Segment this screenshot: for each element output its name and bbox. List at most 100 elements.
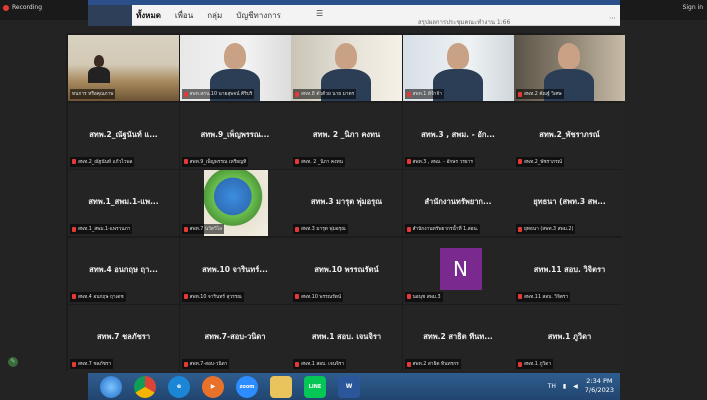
participant-name: สทพ. 2 _นิภา คงทน xyxy=(312,129,381,139)
participant-tile[interactable]: สทพ.1 สอบ. เจนจิรา สพท.1 สอบ. เจนจิรา xyxy=(291,305,402,371)
language-indicator[interactable]: TH xyxy=(548,383,556,390)
volume-icon[interactable]: ◀ xyxy=(573,383,578,390)
participant-label: สพท.2_ณัฐนันท์ แก้วไวพล xyxy=(70,156,135,167)
mic-muted-icon xyxy=(183,294,188,299)
participant-label: สพท.3 , สพม. - อักษร วรธาร xyxy=(404,156,475,167)
participant-tile[interactable]: สทพ.3 มารุต พุ่มอรุณสพท.3 มารุต พุ่มอรุณ xyxy=(291,170,402,236)
participant-label: สพท.2 สาธิต ทินทรกร xyxy=(404,359,461,369)
participant-name: สทพ.3 มารุต พุ่มอรุณ xyxy=(310,197,383,206)
participant-head xyxy=(446,43,469,69)
participant-label-text: สพท.9_เพ็ญพรรณ เหรียญทิ xyxy=(189,159,247,165)
participant-label: สพท.1 ดีจ้าจ้า xyxy=(404,89,444,99)
participant-label: สพท.3 มารุต พุ่มอรุณ xyxy=(293,224,348,234)
taskbar-clock[interactable]: 2:34 PM 7/6/2023 xyxy=(585,377,614,395)
network-icon[interactable]: ▮ xyxy=(563,383,566,390)
participant-label-text: สพท.7-สอบ-วนิดา xyxy=(189,362,228,367)
participant-tile[interactable]: สพท.1 ดีจ้าจ้า xyxy=(402,35,514,101)
participant-tile[interactable]: สพท.7 นวัตวิไล xyxy=(179,170,291,236)
participant-label-text: สพท.10 พรรณรัตน์ xyxy=(301,294,342,300)
windows-start-icon[interactable] xyxy=(100,375,122,398)
recording-indicator[interactable]: Recording xyxy=(3,4,42,11)
participant-label-text: สพท.7 ชลภัชรา xyxy=(78,362,112,367)
participant-tile[interactable]: สทพ.10 พรรณรัตน์ สพท.10 พรรณรัตน์ xyxy=(291,237,402,304)
participant-tile[interactable]: สพท.2 คัณฐ์ วิเศษ xyxy=(514,35,625,101)
participant-label: นอนุช สพม.3 xyxy=(404,291,443,302)
mic-muted-icon xyxy=(406,361,411,367)
tab-friends[interactable]: เพื่อน xyxy=(175,9,193,22)
participant-label: สพท.8 ตัวต้วย นาย มาตร xyxy=(293,89,357,99)
participant-tile[interactable]: สทพ.9_เพ็ญพรรณ... สพท.9_เพ็ญพรรณ เหรียญทิ xyxy=(179,102,291,169)
participant-tile[interactable]: N นอนุช สพม.3 xyxy=(402,237,514,304)
participant-label-text: สพท. 2 _นิภา คงทน xyxy=(301,159,343,165)
participant-label-text: ยุทธนา (สพท.3 สพม.2) xyxy=(524,227,574,232)
participant-tile[interactable]: สทพ.1_สพม.1-แพ... สพท.1_สพม.1-แพรวนภา xyxy=(68,170,179,236)
record-dot-icon xyxy=(3,4,9,11)
participant-tile[interactable]: สทพ.1 ภูวิดา สพท.1 ภูวิดา xyxy=(514,305,625,371)
pencil-icon[interactable]: ✎ xyxy=(8,357,18,367)
participant-tile[interactable]: สทพ.3 , สพม. - อัก... สพท.3 , สพม. - อักษ… xyxy=(402,102,514,169)
mic-muted-icon xyxy=(295,159,299,164)
mic-muted-icon xyxy=(72,159,76,164)
mic-muted-icon xyxy=(183,159,188,164)
sign-in-button[interactable]: Sign in xyxy=(683,4,703,11)
participant-label: สพท.1 สอบ. เจนจิรา xyxy=(293,359,347,369)
tab-all[interactable]: ทั้งหมด xyxy=(136,9,161,22)
clock-date: 7/6/2023 xyxy=(584,386,614,394)
participant-name: สทพ.7-สอบ-วนิดา xyxy=(204,332,266,341)
participant-label-text: สพท.2 สาธิต ทินทรกร xyxy=(412,362,459,367)
participant-tile[interactable]: สทพ.2_ณัฐนันท์ แ... สพท.2_ณัฐนันท์ แก้วไว… xyxy=(68,102,179,169)
media-player-icon[interactable]: ▶ xyxy=(202,375,224,398)
participant-tile[interactable]: สทพ.11 สอบ. วิจิตรา สพท.11 สอบ. วิจิตรา xyxy=(514,237,625,304)
mic-muted-icon xyxy=(72,294,76,299)
mic-muted-icon xyxy=(183,91,188,97)
tab-official-accounts[interactable]: บัญชีทางการ xyxy=(236,9,281,22)
participant-label: สพท.9_เพ็ญพรรณ เหรียญทิ xyxy=(181,156,249,167)
mic-muted-icon xyxy=(295,294,299,299)
participant-name: สทพ.2_พัชราภรณ์ xyxy=(539,129,600,139)
participant-tile[interactable]: ทนการ หรือคุณภาพ xyxy=(68,35,179,101)
participant-tile[interactable]: สทพ.10 จารินทร์... สพท.10 จารินทร์ สุวรรณ xyxy=(179,237,291,304)
participant-label: สพท.สกน.10 นายสุพจน์ ศิริบริ xyxy=(181,89,255,99)
participant-label-text: สพท.1_สพม.1-แพรวนภา xyxy=(78,227,131,232)
participant-name: สทพ.2 สาธิต ทีนท... xyxy=(423,332,493,341)
word-icon[interactable]: W xyxy=(338,375,360,398)
participant-name: สทพ.10 จารินทร์... xyxy=(202,264,268,274)
zoom-meeting-screen: Recording Sign in ทั้งหมด เพื่อน กลุ่ม บ… xyxy=(0,0,707,400)
chrome-icon[interactable] xyxy=(134,375,156,398)
participant-tile[interactable]: สทพ. 2 _นิภา คงทนสพท. 2 _นิภา คงทน xyxy=(291,102,402,169)
participant-label-text: สพท.สกน.10 นายสุพจน์ ศิริบริ xyxy=(189,92,253,97)
participant-tile[interactable]: สพท.สกน.10 นายสุพจน์ ศิริบริ xyxy=(179,35,291,101)
participant-tile[interactable]: สทพ.4 อนกฤษ ฤา... สพท.4 อนกฤษ ฤาเดช xyxy=(68,237,179,304)
participant-label: สำนักงานทรัพยากรน้ำที่ 1.สอน. xyxy=(404,224,481,234)
more-options-icon[interactable]: ⋯ xyxy=(609,14,616,22)
participant-label-text: สพท.1 ภูวิดา xyxy=(524,362,552,367)
filter-icon[interactable]: ☰ xyxy=(316,9,323,18)
participant-label: สพท.1 ภูวิดา xyxy=(516,359,554,369)
participant-label-text: สพท.7 นวัตวิไล xyxy=(189,227,223,232)
background-app-tabs: ทั้งหมด เพื่อน กลุ่ม บัญชีทางการ xyxy=(136,9,281,22)
participant-label: สพท.7-สอบ-วนิดา xyxy=(181,359,230,369)
participant-label: สพท. 2 _นิภา คงทน xyxy=(293,156,345,167)
participant-tile[interactable]: สทพ.7 ชลภัชราสพท.7 ชลภัชรา xyxy=(68,305,179,371)
line-icon[interactable]: LINE xyxy=(304,375,326,398)
participant-tile[interactable]: สทพ.2 สาธิต ทีนท... สพท.2 สาธิต ทินทรกร xyxy=(402,305,514,371)
zoom-icon[interactable]: zoom xyxy=(236,375,258,398)
participant-label-text: สพท.1 สอบ. เจนจิรา xyxy=(301,362,345,367)
mic-muted-icon xyxy=(518,294,522,299)
participant-tile[interactable]: สทพ.2_พัชราภรณ์ สพท.2_พัชราภรณ์ xyxy=(514,102,625,169)
participant-name: สทพ.3 , สพม. - อัก... xyxy=(421,129,495,139)
participant-tile[interactable]: ยุทธนา (สพท.3 สพ... ยุทธนา (สพท.3 สพม.2) xyxy=(514,170,625,236)
windows-taskbar: e ▶ zoom LINE W TH ▮ ◀ 2:34 PM 7/6/2023 xyxy=(88,373,620,400)
internet-explorer-icon[interactable]: e xyxy=(168,375,190,398)
tab-groups[interactable]: กลุ่ม xyxy=(207,9,222,22)
participant-tile[interactable]: สพท.8 ตัวต้วย นาย มาตร xyxy=(291,35,402,101)
file-explorer-icon[interactable] xyxy=(270,375,292,398)
initial-avatar: N xyxy=(439,247,482,290)
participant-name: สำนักงานทรัพยาก... xyxy=(424,197,492,206)
participant-label-text: สพท.8 ตัวต้วย นาย มาตร xyxy=(301,92,355,97)
participant-tile[interactable]: สทพ.7-สอบ-วนิดาสพท.7-สอบ-วนิดา xyxy=(179,305,291,371)
gallery-view: ทนการ หรือคุณภาพ สพท.สกน.10 นายสุพจน์ ศิร… xyxy=(66,33,625,371)
participant-name: สทพ.9_เพ็ญพรรณ... xyxy=(200,129,270,139)
participant-tile[interactable]: สำนักงานทรัพยาก... สำนักงานทรัพยากรน้ำที่… xyxy=(402,170,514,236)
participant-name: สทพ.7 ชลภัชรา xyxy=(96,332,151,341)
